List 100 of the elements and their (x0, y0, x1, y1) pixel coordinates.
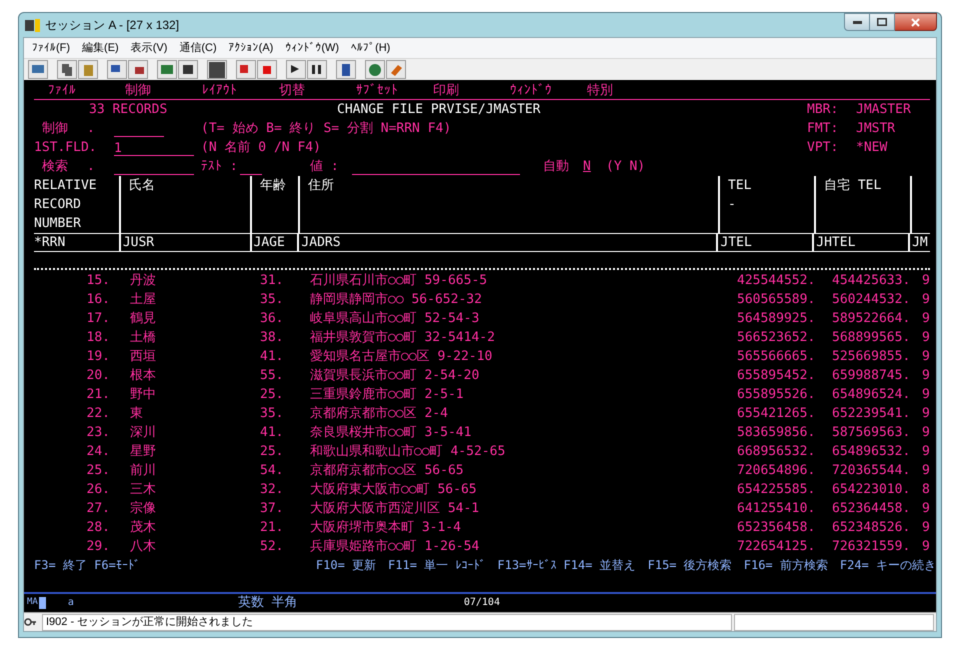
column-header: TEL (728, 178, 752, 193)
function-key-hint: F10= 更新 (316, 558, 376, 572)
age-cell: 25. (260, 387, 284, 402)
toolbar-button[interactable] (336, 60, 356, 79)
toolbar-button[interactable] (307, 60, 327, 79)
action-bar-item[interactable]: 印刷 (433, 80, 510, 100)
action-bar-item[interactable]: ｻﾌﾞｾｯﾄ (356, 80, 433, 100)
maximize-button[interactable] (870, 13, 895, 31)
table-cell: 9 (922, 425, 930, 440)
name-cell: 野中 (130, 387, 156, 402)
menu-item[interactable]: ｱｸｼｮﾝ(A) (224, 40, 278, 56)
phone-cell: 655895526. (737, 387, 816, 402)
menu-item[interactable]: ﾌｧｲﾙ(F) (27, 40, 76, 56)
address-cell: 滋賀県長浜市○○町 2-54-20 (310, 368, 480, 383)
phone-cell: 722654125. (737, 539, 816, 554)
window-title: セッション A - [27 x 132] (45, 17, 180, 34)
toolbar-button[interactable] (286, 60, 306, 79)
table-cell: 9 (922, 330, 930, 345)
phone-cell: 655895452. (737, 368, 816, 383)
address-cell: 兵庫県姫路市○○町 1-26-54 (310, 539, 480, 554)
name-cell: 西垣 (130, 349, 156, 364)
input-field[interactable]: N (583, 157, 606, 176)
action-bar-item[interactable]: ﾌｧｲﾙ (48, 80, 125, 100)
record-number: 19. (86, 349, 110, 364)
column-header: 自宅 TEL (824, 178, 882, 193)
address-cell: 岐阜県高山市○○町 52-54-3 (310, 311, 480, 326)
name-cell: 東 (130, 406, 143, 421)
column-header: RECORD (34, 197, 81, 212)
phone-cell: 583659856. (737, 425, 816, 440)
info-label: MBR: (807, 101, 840, 119)
record-number: 21. (86, 387, 110, 402)
action-bar-item[interactable]: 特別 (587, 80, 664, 100)
app-icon (25, 18, 40, 32)
action-bar-item[interactable]: ﾚｲｱｳﾄ (202, 80, 279, 100)
name-cell: 深川 (130, 425, 156, 440)
address-cell: 奈良県桜井市○○町 3-5-41 (310, 425, 472, 440)
input-indicator: a (68, 596, 75, 610)
phone-cell: 641255410. (737, 501, 816, 516)
age-cell: 41. (260, 349, 284, 364)
phone-cell: 654225585. (737, 482, 816, 497)
age-cell: 25. (260, 444, 284, 459)
field-label: 1ST.FLD. (34, 139, 98, 157)
record-number: 29. (86, 539, 110, 554)
phone-cell: 668956532. (737, 444, 816, 459)
age-cell: 41. (260, 425, 284, 440)
address-cell: 大阪府東大阪市○○町 56-65 (310, 482, 477, 497)
name-cell: 三木 (130, 482, 156, 497)
phone-cell: 587569563. (832, 425, 910, 440)
menu-item[interactable]: 編集(E) (77, 40, 124, 56)
info-label: FMT: (807, 120, 840, 138)
toolbar-button[interactable] (107, 60, 127, 79)
toolbar-button[interactable] (207, 60, 227, 79)
toolbar-button[interactable] (178, 60, 198, 79)
menu-item[interactable]: 通信(C) (174, 40, 222, 56)
phone-cell: 560244532. (832, 292, 910, 307)
column-header: 住所 (308, 178, 334, 193)
function-key-hint: F15= 後方検索 (648, 558, 732, 572)
toolbar-button[interactable] (57, 60, 77, 79)
minimize-button[interactable] (844, 13, 870, 31)
column-header: 氏名 (129, 178, 155, 193)
phone-cell: 568899565. (832, 330, 910, 345)
phone-cell: 720654896. (737, 463, 816, 478)
menu-item[interactable]: ﾍﾙﾌﾟ(H) (346, 40, 396, 56)
function-key-hint: F24= キーの続き (840, 558, 936, 572)
action-bar-item[interactable]: 制御 (125, 80, 202, 100)
maximize-icon (877, 18, 887, 26)
age-cell: 35. (260, 292, 284, 307)
table-cell: 9 (922, 368, 930, 383)
address-cell: 静岡県静岡市○○ 56-652-32 (310, 292, 482, 307)
phone-cell: 726321559. (832, 539, 910, 554)
action-bar-item[interactable]: 切替 (279, 80, 356, 100)
key-icon (24, 616, 37, 628)
table-cell: 9 (922, 349, 930, 364)
address-cell: 石川県石川市○○町 59-665-5 (310, 273, 488, 288)
menu-item[interactable]: ｳｨﾝﾄﾞｳ(W) (280, 40, 344, 56)
age-cell: 38. (260, 330, 284, 345)
column-header: 年齢 (260, 178, 286, 193)
menu-item[interactable]: 表示(V) (126, 40, 172, 56)
info-value: JMASTER (856, 101, 912, 119)
phone-cell: 654223010. (832, 482, 910, 497)
phone-cell: 565566665. (737, 349, 816, 364)
address-cell: 福井県敦賀市○○町 32-5414-2 (310, 330, 495, 345)
phone-cell: 652364458. (832, 501, 910, 516)
name-cell: 土橋 (130, 330, 156, 345)
mode-indicator: MA (27, 596, 38, 609)
field-name: JTEL (720, 234, 752, 252)
field-label: 検索 (41, 158, 69, 176)
field-label: 自動 (543, 158, 570, 176)
input-field[interactable]: 1 (114, 139, 194, 156)
name-cell: 根本 (130, 368, 156, 383)
close-button[interactable] (895, 13, 937, 31)
phone-cell: 720365544. (832, 463, 910, 478)
action-bar-item[interactable]: ｳｨﾝﾄﾞｳ (510, 80, 587, 100)
name-cell: 丹波 (130, 273, 156, 288)
phone-cell: 425544552. (737, 273, 816, 288)
field-label: . (87, 120, 96, 138)
function-key-hint: F3= 終了 F6=ﾓｰﾄﾞ (34, 558, 140, 572)
record-number: 20. (86, 368, 110, 383)
record-number: 22. (86, 406, 110, 421)
age-cell: 21. (260, 520, 284, 535)
